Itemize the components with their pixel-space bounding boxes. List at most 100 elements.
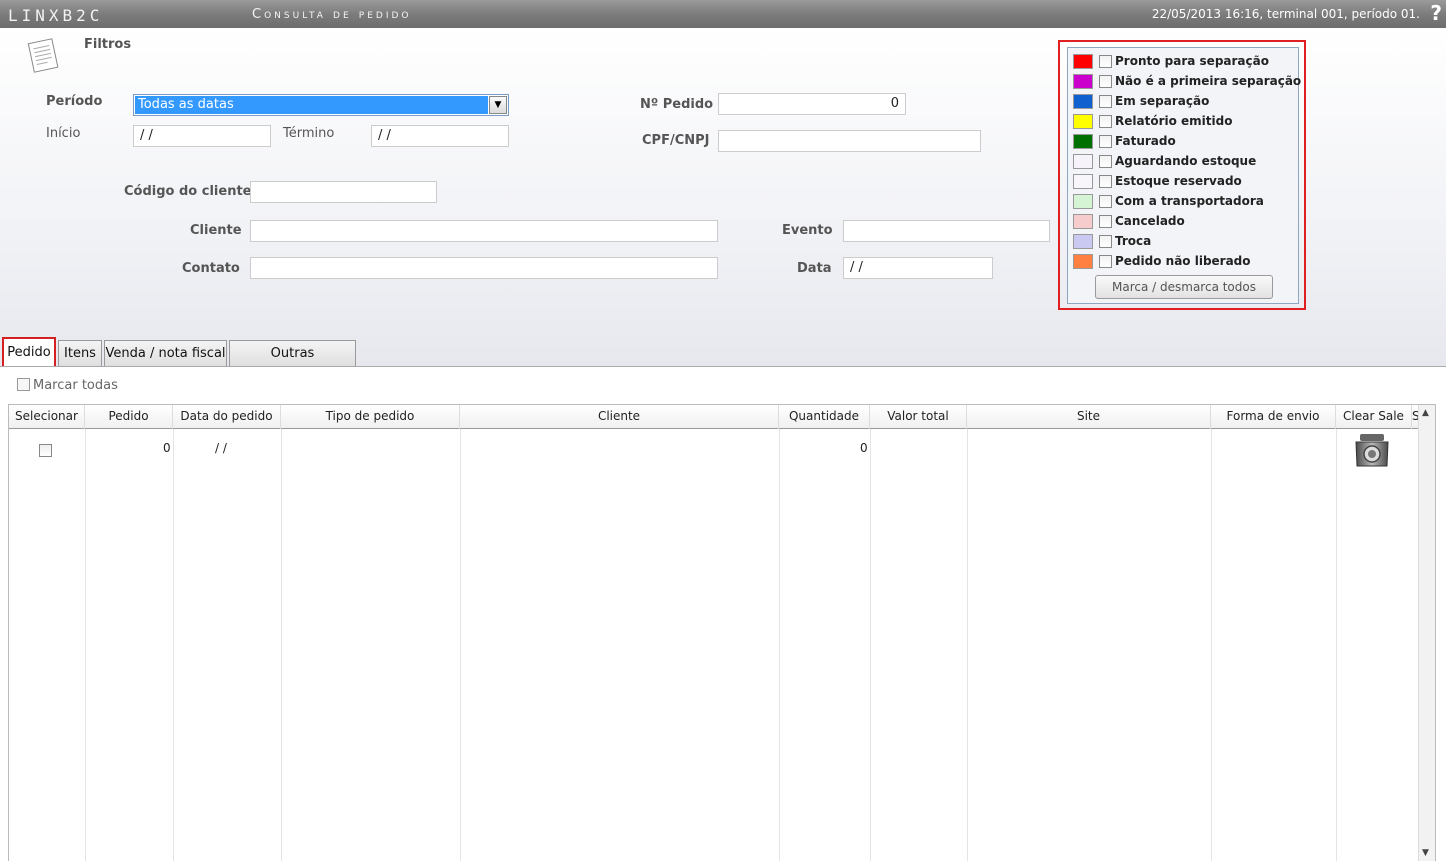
legend-color-swatch <box>1073 254 1093 269</box>
scroll-down-icon[interactable]: ▼ <box>1422 848 1429 858</box>
legend-color-swatch <box>1073 114 1093 129</box>
grid-divider <box>1211 429 1212 861</box>
checkbox-icon <box>17 378 30 391</box>
grid-divider <box>281 429 282 861</box>
status-legend-panel: Pronto para separação Não é a primeira se… <box>1067 47 1302 304</box>
legend-label: Em separação <box>1115 94 1210 108</box>
cell-pedido: 0 <box>163 441 171 455</box>
session-status: 22/05/2013 16:16, terminal 001, período … <box>1151 7 1420 21</box>
inicio-label: Início <box>46 126 81 141</box>
filters-panel: Filtros Período Todas as datas ▼ Início … <box>0 28 1446 366</box>
col-quantidade[interactable]: Quantidade <box>779 405 870 429</box>
numero-pedido-field[interactable]: 0 <box>718 93 906 115</box>
legend-checkbox[interactable] <box>1099 215 1112 228</box>
inicio-field[interactable]: / / <box>133 125 271 147</box>
cliente-label: Cliente <box>190 223 242 238</box>
termino-field[interactable]: / / <box>371 125 509 147</box>
help-icon[interactable]: ? <box>1430 1 1442 25</box>
legend-checkbox[interactable] <box>1099 55 1112 68</box>
grid-divider <box>967 429 968 861</box>
legend-checkbox[interactable] <box>1099 75 1112 88</box>
col-cliente[interactable]: Cliente <box>460 405 779 429</box>
grid-divider <box>779 429 780 861</box>
evento-label: Evento <box>782 223 833 238</box>
bag-icon[interactable] <box>1352 432 1392 470</box>
tab-pedido-label: Pedido <box>7 345 51 360</box>
legend-checkbox[interactable] <box>1099 115 1112 128</box>
col-selecionar[interactable]: Selecionar <box>9 405 85 429</box>
legend-checkbox[interactable] <box>1099 135 1112 148</box>
grid-header: Selecionar Pedido Data do pedido Tipo de… <box>9 405 1419 429</box>
contato-field[interactable] <box>250 257 718 279</box>
legend-color-swatch <box>1073 194 1093 209</box>
legend-label: Faturado <box>1115 134 1176 148</box>
legend-label: Estoque reservado <box>1115 174 1242 188</box>
legend-label: Cancelado <box>1115 214 1185 228</box>
legend-checkbox[interactable] <box>1099 175 1112 188</box>
chevron-down-icon[interactable]: ▼ <box>489 96 507 114</box>
cell-data-pedido: / / <box>215 441 227 455</box>
col-data-pedido[interactable]: Data do pedido <box>173 405 281 429</box>
legend-color-swatch <box>1073 174 1093 189</box>
tab-venda-label: Venda / nota fiscal <box>105 346 226 361</box>
tab-outras-informacoes[interactable]: Outras informações <box>229 340 356 386</box>
periodo-selected-value: Todas as datas <box>135 96 488 114</box>
scroll-up-icon[interactable]: ▲ <box>1422 408 1429 418</box>
mark-all-checkbox[interactable]: Marcar todas <box>17 378 118 393</box>
tab-itens[interactable]: Itens <box>58 340 102 367</box>
cell-quantidade: 0 <box>860 441 868 455</box>
orders-grid: Selecionar Pedido Data do pedido Tipo de… <box>8 404 1436 861</box>
app-brand: LINXB2C <box>8 6 104 25</box>
col-clear-sale[interactable]: Clear Sale <box>1336 405 1412 429</box>
col-pedido[interactable]: Pedido <box>85 405 173 429</box>
legend-color-swatch <box>1073 214 1093 229</box>
legend-color-swatch <box>1073 54 1093 69</box>
legend-checkbox[interactable] <box>1099 95 1112 108</box>
status-legend: Pronto para separação Não é a primeira se… <box>1058 40 1306 310</box>
row-select-checkbox[interactable] <box>39 444 52 457</box>
grid-scrollbar[interactable]: ▲ ▼ <box>1418 405 1435 861</box>
tab-venda-nota-fiscal[interactable]: Venda / nota fiscal <box>104 340 227 367</box>
data-field[interactable]: / / <box>843 257 993 279</box>
legend-color-swatch <box>1073 94 1093 109</box>
tab-pedido[interactable]: Pedido <box>2 337 56 368</box>
codigo-cliente-label: Código do cliente <box>124 184 252 199</box>
legend-color-swatch <box>1073 234 1093 249</box>
cpf-cnpj-field[interactable] <box>718 130 981 152</box>
data-label: Data <box>797 261 832 276</box>
grid-divider <box>85 429 86 861</box>
legend-label: Com a transportadora <box>1115 194 1264 208</box>
mark-all-label: Marcar todas <box>33 378 118 393</box>
toggle-all-button[interactable]: Marca / desmarca todos <box>1095 275 1273 299</box>
periodo-label: Período <box>46 94 103 109</box>
grid-divider <box>460 429 461 861</box>
evento-field[interactable] <box>843 220 1050 242</box>
orders-content: Marcar todas Selecionar Pedido Data do p… <box>0 366 1446 861</box>
title-bar: LINXB2C Consulta de pedido 22/05/2013 16… <box>0 0 1446 28</box>
legend-label: Aguardando estoque <box>1115 154 1257 168</box>
contato-label: Contato <box>182 261 240 276</box>
col-valor-total[interactable]: Valor total <box>870 405 967 429</box>
legend-checkbox[interactable] <box>1099 235 1112 248</box>
legend-label: Relatório emitido <box>1115 114 1233 128</box>
grid-divider <box>870 429 871 861</box>
tab-itens-label: Itens <box>64 346 96 361</box>
legend-color-swatch <box>1073 134 1093 149</box>
legend-label: Pronto para separação <box>1115 54 1269 68</box>
numero-pedido-label: Nº Pedido <box>640 97 714 112</box>
col-site[interactable]: Site <box>967 405 1211 429</box>
grid-divider <box>1336 429 1337 861</box>
cliente-field[interactable] <box>250 220 718 242</box>
legend-checkbox[interactable] <box>1099 155 1112 168</box>
legend-label: Troca <box>1115 234 1152 248</box>
col-tipo-pedido[interactable]: Tipo de pedido <box>281 405 460 429</box>
cpf-cnpj-label: CPF/CNPJ <box>642 133 710 148</box>
termino-label: Término <box>283 126 335 141</box>
col-forma-envio[interactable]: Forma de envio <box>1211 405 1336 429</box>
legend-checkbox[interactable] <box>1099 195 1112 208</box>
periodo-select[interactable]: Todas as datas ▼ <box>133 94 509 116</box>
legend-checkbox[interactable] <box>1099 255 1112 268</box>
codigo-cliente-field[interactable] <box>250 181 437 203</box>
grid-divider <box>173 429 174 861</box>
legend-label: Não é a primeira separação <box>1115 74 1302 88</box>
